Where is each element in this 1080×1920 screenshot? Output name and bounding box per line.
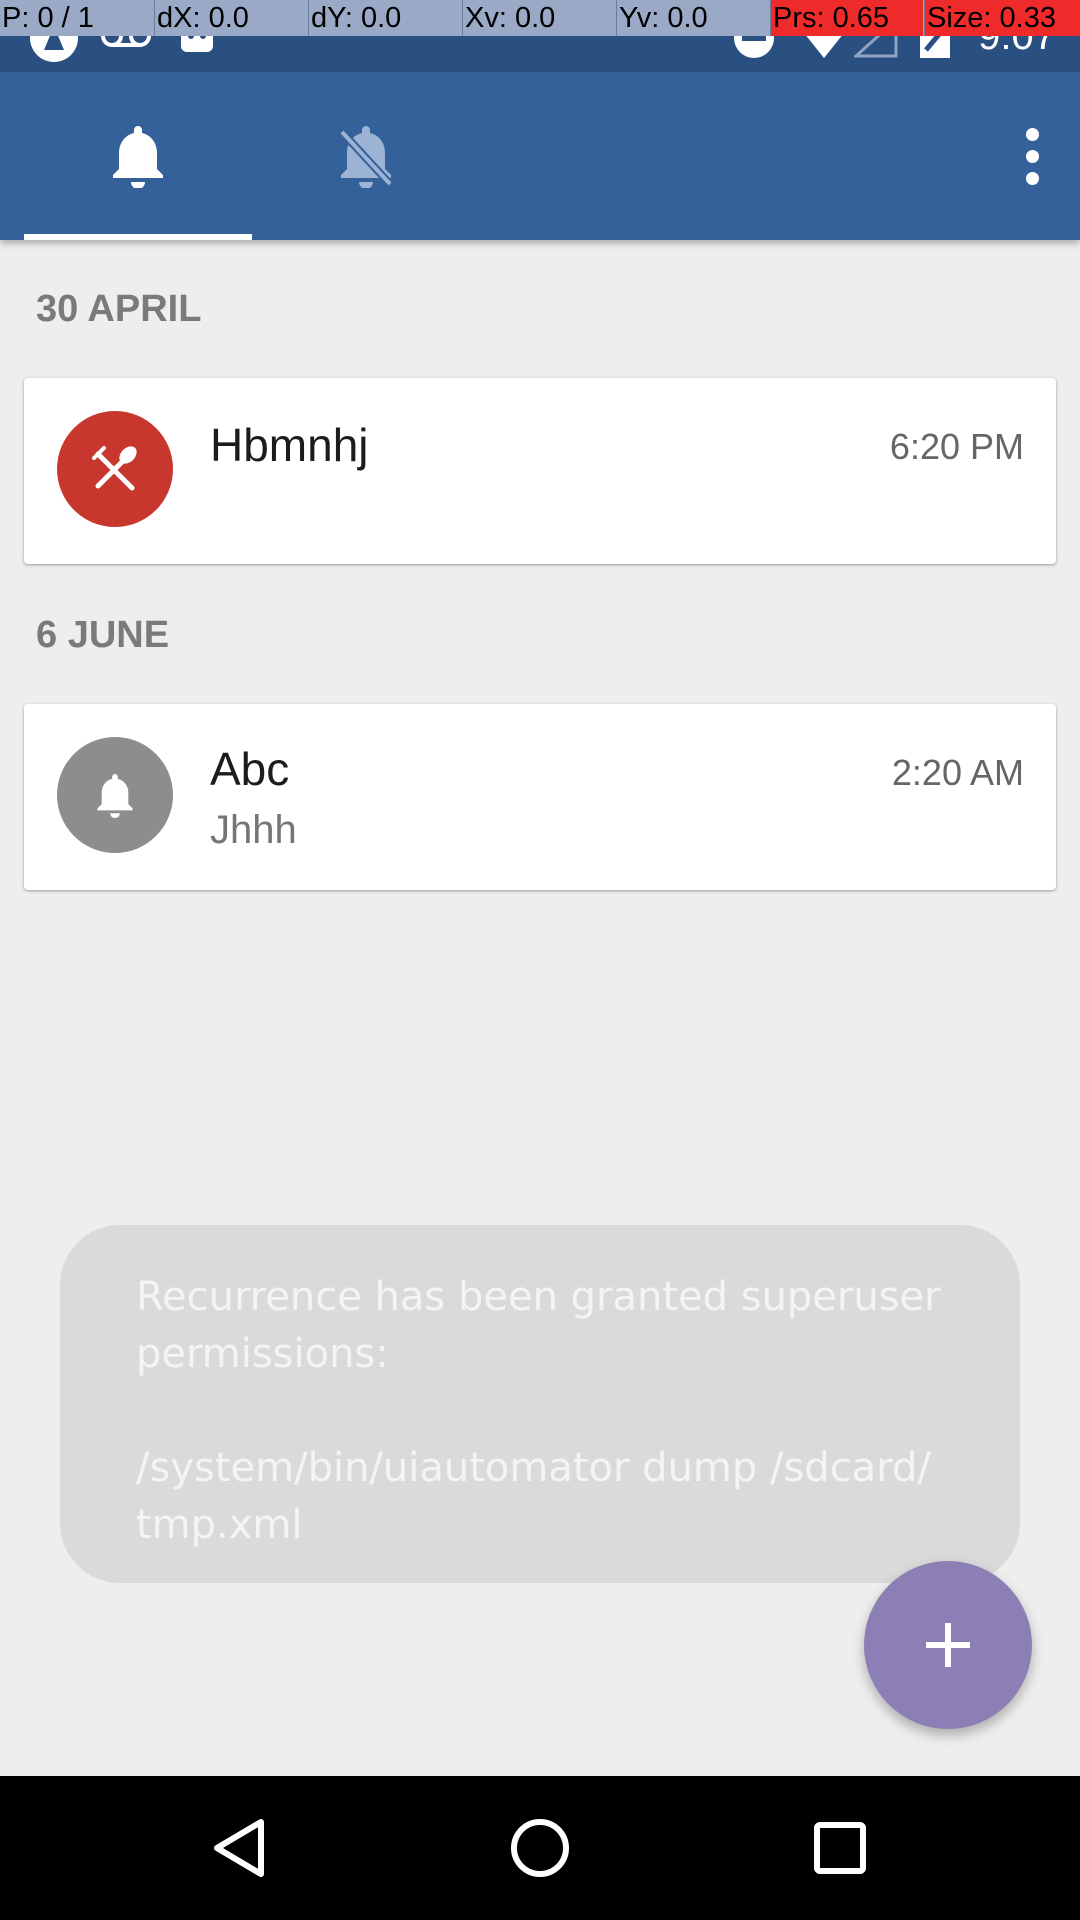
add-reminder-button[interactable] (864, 1561, 1032, 1729)
tab-active-reminders[interactable] (24, 72, 252, 240)
more-options-button[interactable] (1008, 116, 1056, 196)
plus-icon (926, 1623, 970, 1667)
pointer-count: P: 0 / 1 (2, 2, 94, 34)
app-bar (0, 72, 1080, 240)
reminder-avatar (57, 737, 173, 853)
navigation-bar (0, 1776, 1080, 1920)
bell-icon (97, 774, 133, 818)
pointer-dx: dX: 0.0 (154, 0, 307, 36)
pointer-pressure: Prs: 0.65 (770, 0, 923, 36)
section-header-date: 6 JUNE (36, 614, 170, 656)
home-icon (511, 1819, 569, 1877)
utensils-icon (92, 446, 137, 491)
reminder-subtitle: Jhhh (210, 808, 297, 852)
reminder-time: 2:20 AM (891, 752, 1024, 793)
bell-off-icon (339, 126, 393, 188)
reminder-card[interactable]: Abc Jhhh 2:20 AM (24, 704, 1056, 890)
pointer-yv: Yv: 0.0 (616, 0, 769, 36)
pointer-dy: dY: 0.0 (308, 0, 461, 36)
pointer-size: Size: 0.33 (924, 0, 1080, 36)
recents-icon (814, 1822, 866, 1874)
reminder-time: 6:20 PM (889, 426, 1024, 467)
status-bar: 9:07 P: 0 / 1 dX: 0.0 dY: 0.0 Xv: 0.0 Yv… (0, 0, 1080, 72)
reminder-title: Hbmnhj (210, 419, 369, 471)
home-button[interactable] (440, 1776, 640, 1920)
tab-dismissed-reminders[interactable] (252, 72, 480, 240)
pointer-location-overlay: P: 0 / 1 dX: 0.0 dY: 0.0 Xv: 0.0 Yv: 0.0… (0, 0, 1080, 36)
selected-tab-indicator (24, 234, 252, 240)
section-header-date: 30 APRIL (36, 288, 202, 330)
pointer-xv: Xv: 0.0 (462, 0, 615, 36)
reminder-card[interactable]: Hbmnhj 6:20 PM (24, 378, 1056, 564)
superuser-toast: Recurrence has been granted superuser pe… (60, 1225, 1020, 1583)
recents-button[interactable] (740, 1776, 940, 1920)
bell-icon (113, 126, 163, 188)
reminder-title: Abc (210, 743, 290, 795)
back-icon (214, 1819, 264, 1877)
back-button[interactable] (140, 1776, 340, 1920)
more-vert-icon (1025, 127, 1039, 141)
reminder-avatar (57, 411, 173, 527)
